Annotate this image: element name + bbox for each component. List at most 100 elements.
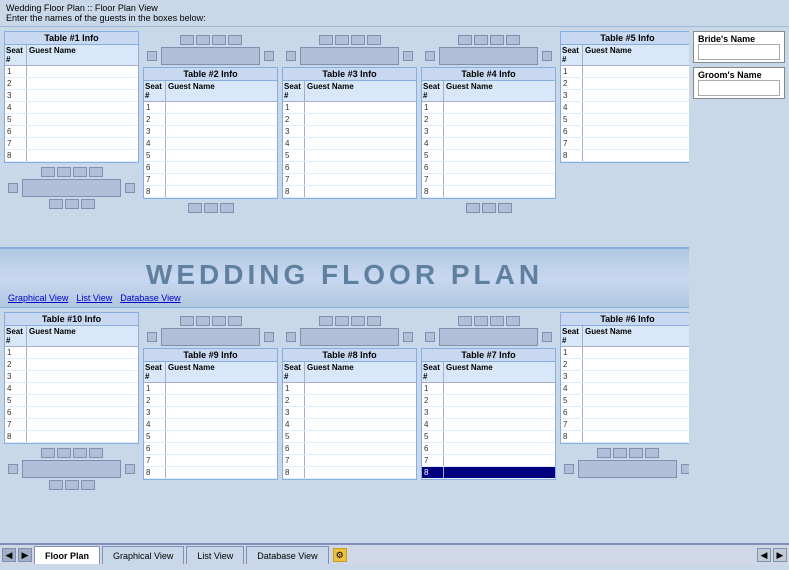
tab-database-view[interactable]: Database View: [246, 546, 328, 564]
table-row[interactable]: 4: [5, 102, 138, 114]
table-row[interactable]: 5: [283, 150, 416, 162]
bride-name-input[interactable]: [698, 44, 780, 60]
table-row[interactable]: 3: [422, 126, 555, 138]
table-row[interactable]: 5: [5, 114, 138, 126]
table-row[interactable]: 1: [422, 383, 555, 395]
table-row[interactable]: 8: [144, 467, 277, 479]
table-row[interactable]: 6: [561, 126, 689, 138]
table-row[interactable]: 7: [561, 138, 689, 150]
table-row[interactable]: 7: [144, 174, 277, 186]
table-row[interactable]: 5: [144, 150, 277, 162]
table-row[interactable]: 7: [422, 174, 555, 186]
table-row[interactable]: 6: [283, 162, 416, 174]
nav-list[interactable]: List View: [76, 293, 112, 303]
tab-nav-prev[interactable]: ◀: [2, 548, 16, 562]
table-row[interactable]: 4: [5, 383, 138, 395]
table-row[interactable]: 8: [283, 467, 416, 479]
table-row[interactable]: 5: [144, 431, 277, 443]
table-row[interactable]: 6: [144, 162, 277, 174]
table-row[interactable]: 3: [283, 126, 416, 138]
table-row[interactable]: 8: [5, 431, 138, 443]
table-row[interactable]: 7: [561, 419, 689, 431]
table-row[interactable]: 7: [5, 419, 138, 431]
table-row[interactable]: 1: [144, 383, 277, 395]
table-row[interactable]: 3: [144, 126, 277, 138]
table-row[interactable]: 1: [561, 347, 689, 359]
guest-input[interactable]: [27, 114, 138, 125]
scroll-left-btn[interactable]: ◀: [757, 548, 771, 562]
table-row[interactable]: 2: [144, 114, 277, 126]
table-row[interactable]: 7: [144, 455, 277, 467]
table-row[interactable]: 5: [422, 431, 555, 443]
tab-floor-plan[interactable]: Floor Plan: [34, 546, 100, 564]
table-row[interactable]: 7: [5, 138, 138, 150]
table-row[interactable]: 2: [561, 78, 689, 90]
table-row[interactable]: 8: [5, 150, 138, 162]
table-row[interactable]: 1: [5, 66, 138, 78]
nav-graphical[interactable]: Graphical View: [8, 293, 68, 303]
table-row[interactable]: 2: [422, 114, 555, 126]
table-row[interactable]: 6: [144, 443, 277, 455]
guest-input[interactable]: [27, 126, 138, 137]
table-row[interactable]: 6: [5, 407, 138, 419]
table-row[interactable]: 2: [5, 78, 138, 90]
table-row[interactable]: 2: [283, 114, 416, 126]
table-row[interactable]: 4: [422, 419, 555, 431]
scroll-right-btn[interactable]: ▶: [773, 548, 787, 562]
table-row[interactable]: 4: [283, 138, 416, 150]
table-row[interactable]: 4: [144, 138, 277, 150]
table-row[interactable]: 8: [561, 431, 689, 443]
nav-database[interactable]: Database View: [120, 293, 180, 303]
table-row[interactable]: 4: [422, 138, 555, 150]
table-row[interactable]: 2: [561, 359, 689, 371]
guest-input[interactable]: [27, 90, 138, 101]
table-row[interactable]: 8: [561, 150, 689, 162]
table-row[interactable]: 4: [561, 383, 689, 395]
tab-graphical-view[interactable]: Graphical View: [102, 546, 184, 564]
table-row[interactable]: 8: [283, 186, 416, 198]
table-row[interactable]: 1: [561, 66, 689, 78]
table-row[interactable]: 3: [5, 371, 138, 383]
table-row[interactable]: 1: [5, 347, 138, 359]
table-row[interactable]: 1: [144, 102, 277, 114]
table-row[interactable]: 3: [561, 371, 689, 383]
table-row[interactable]: 4: [283, 419, 416, 431]
table-row[interactable]: 5: [422, 150, 555, 162]
table-row[interactable]: 2: [283, 395, 416, 407]
table-row[interactable]: 2: [5, 359, 138, 371]
table-row[interactable]: 3: [561, 90, 689, 102]
guest-input[interactable]: [27, 150, 138, 161]
table-row[interactable]: 5: [5, 395, 138, 407]
table-row-selected[interactable]: 8: [422, 467, 555, 479]
table-row[interactable]: 8: [144, 186, 277, 198]
table-row[interactable]: 3: [283, 407, 416, 419]
table-row[interactable]: 2: [422, 395, 555, 407]
table-row[interactable]: 7: [422, 455, 555, 467]
table-row[interactable]: 1: [283, 102, 416, 114]
table-row[interactable]: 6: [283, 443, 416, 455]
table-row[interactable]: 1: [422, 102, 555, 114]
table-row[interactable]: 7: [283, 455, 416, 467]
table-row[interactable]: 8: [422, 186, 555, 198]
table-row[interactable]: 3: [422, 407, 555, 419]
groom-name-input[interactable]: [698, 80, 780, 96]
table-row[interactable]: 6: [422, 162, 555, 174]
table-row[interactable]: 5: [283, 431, 416, 443]
guest-input[interactable]: [27, 102, 138, 113]
tab-list-view[interactable]: List View: [186, 546, 244, 564]
table-row[interactable]: 4: [144, 419, 277, 431]
guest-input[interactable]: [27, 78, 138, 89]
table-row[interactable]: 6: [5, 126, 138, 138]
table-row[interactable]: 3: [5, 90, 138, 102]
table-row[interactable]: 6: [561, 407, 689, 419]
guest-input[interactable]: [27, 66, 138, 77]
table-row[interactable]: 2: [144, 395, 277, 407]
table-row[interactable]: 7: [283, 174, 416, 186]
table-row[interactable]: 1: [283, 383, 416, 395]
table-row[interactable]: 4: [561, 102, 689, 114]
table-row[interactable]: 6: [422, 443, 555, 455]
guest-input[interactable]: [27, 138, 138, 149]
table-row[interactable]: 3: [144, 407, 277, 419]
table-row[interactable]: 5: [561, 395, 689, 407]
table-row[interactable]: 5: [561, 114, 689, 126]
